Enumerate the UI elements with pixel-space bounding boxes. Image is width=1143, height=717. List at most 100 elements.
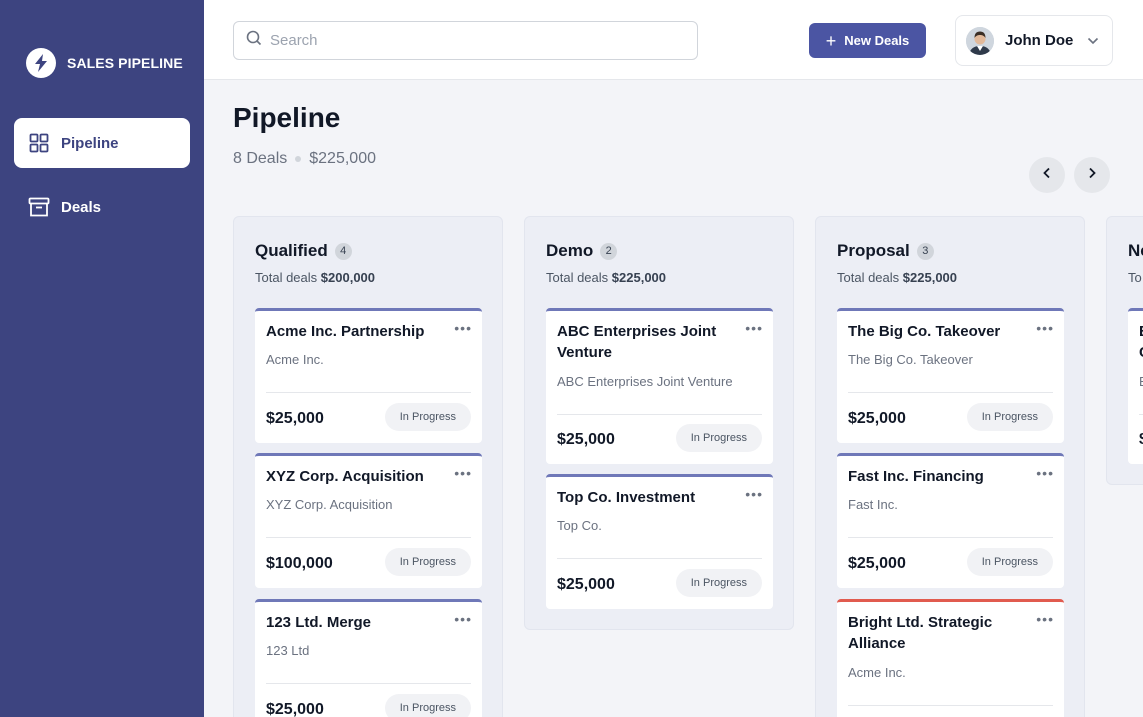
column-total: Total deals $200,000 (255, 270, 375, 285)
status-badge: In Progress (675, 569, 762, 597)
deal-amount: $25,000 (266, 701, 324, 717)
separator-dot (295, 156, 302, 162)
column-header: Proposal 3 (837, 241, 934, 261)
column-title: Proposal (837, 241, 910, 260)
chevron-right-icon (1088, 166, 1096, 184)
deal-company: ABC Enterprises Joint Venture (557, 374, 733, 389)
deal-card[interactable]: E C E $ (1128, 308, 1143, 464)
column-next: Ne To E C E $ (1106, 216, 1143, 485)
column-title: Qualified (255, 241, 328, 260)
deal-card[interactable]: 123 Ltd. Merge ••• 123 Ltd $25,000 In Pr… (255, 599, 482, 717)
column-total-value: $225,000 (902, 270, 958, 285)
user-menu[interactable]: John Doe (955, 15, 1113, 66)
column-header: Qualified 4 (255, 241, 352, 261)
next-button[interactable] (1074, 157, 1110, 193)
plus-icon: + (825, 30, 837, 51)
status-badge: In Progress (966, 403, 1053, 431)
sidebar-item-label: Deals (61, 198, 102, 216)
deal-card[interactable]: Bright Ltd. Strategic Alliance ••• Acme … (837, 599, 1064, 717)
deal-company: Acme Inc. (266, 352, 324, 367)
column-total-label: To (1128, 270, 1142, 285)
user-name: John Doe (1005, 32, 1074, 49)
search-icon (246, 30, 262, 51)
column-header: Ne (1128, 241, 1143, 261)
brand[interactable]: SALES PIPELINE (26, 48, 183, 78)
column-total-value: $200,000 (320, 270, 376, 285)
divider (1139, 414, 1143, 415)
deal-company: Acme Inc. (848, 665, 906, 680)
deal-card[interactable]: Top Co. Investment ••• Top Co. $25,000 I… (546, 474, 773, 609)
column-header: Demo 2 (546, 241, 618, 261)
column-total-value: $225,000 (611, 270, 667, 285)
status-badge: In Progress (966, 548, 1053, 576)
column-total-label: Total deals (837, 270, 900, 285)
chevron-left-icon (1043, 166, 1051, 184)
column-total: To (1128, 270, 1142, 285)
column-title: Ne (1128, 241, 1143, 260)
status-badge: In Progress (384, 548, 471, 576)
deal-card[interactable]: The Big Co. Takeover ••• The Big Co. Tak… (837, 308, 1064, 443)
divider (557, 558, 762, 559)
column-total-label: Total deals (546, 270, 609, 285)
deal-company: E (1139, 374, 1143, 389)
column-total: Total deals $225,000 (546, 270, 666, 285)
page-summary: 8 Deals $225,000 (233, 150, 376, 168)
deal-title: XYZ Corp. Acquisition (266, 468, 424, 485)
count-badge: 3 (916, 242, 934, 260)
status-badge: In Progress (384, 403, 471, 431)
deal-company: XYZ Corp. Acquisition (266, 497, 393, 512)
divider (557, 414, 762, 415)
deal-card[interactable]: XYZ Corp. Acquisition ••• XYZ Corp. Acqu… (255, 453, 482, 588)
deal-card[interactable]: Acme Inc. Partnership ••• Acme Inc. $25,… (255, 308, 482, 443)
more-icon[interactable]: ••• (454, 465, 472, 481)
deal-title: Top Co. Investment (557, 489, 696, 506)
search-box[interactable] (233, 21, 698, 60)
deal-card[interactable]: ABC Enterprises Joint Venture ••• ABC En… (546, 308, 773, 464)
sidebar: SALES PIPELINE Pipeline Deals (0, 0, 204, 717)
count-badge: 2 (600, 242, 618, 260)
page-title: Pipeline (233, 102, 341, 133)
column-proposal: Proposal 3 Total deals $225,000 The Big … (815, 216, 1085, 717)
column-total-label: Total deals (255, 270, 318, 285)
more-icon[interactable]: ••• (1036, 611, 1054, 627)
deal-company: Fast Inc. (848, 497, 898, 512)
deal-amount: $25,000 (557, 431, 615, 448)
deal-title: Fast Inc. Financing (848, 468, 984, 485)
deal-title: ABC Enterprises Joint Venture (557, 323, 717, 361)
column-total: Total deals $225,000 (837, 270, 957, 285)
deal-amount: $25,000 (266, 410, 324, 427)
sidebar-item-pipeline[interactable]: Pipeline (14, 118, 190, 168)
deal-title: The Big Co. Takeover (848, 323, 1001, 340)
previous-button[interactable] (1029, 157, 1065, 193)
deal-title: Acme Inc. Partnership (266, 323, 425, 340)
total-value: $225,000 (309, 150, 376, 167)
deal-amount: $25,000 (848, 410, 906, 427)
deal-amount: $ (1139, 431, 1143, 449)
deals-count: 8 Deals (233, 150, 288, 167)
more-icon[interactable]: ••• (454, 611, 472, 627)
deal-title: 123 Ltd. Merge (266, 614, 372, 631)
deal-card[interactable]: Fast Inc. Financing ••• Fast Inc. $25,00… (837, 453, 1064, 588)
column-qualified: Qualified 4 Total deals $200,000 Acme In… (233, 216, 503, 717)
divider (848, 392, 1053, 393)
new-deals-button[interactable]: + New Deals (809, 23, 926, 58)
more-icon[interactable]: ••• (745, 320, 763, 336)
column-title: Demo (546, 241, 594, 260)
search-input[interactable] (270, 32, 670, 49)
grid-icon (28, 132, 50, 154)
deal-amount: $25,000 (557, 576, 615, 593)
deal-company: Top Co. (557, 518, 602, 533)
more-icon[interactable]: ••• (454, 320, 472, 336)
more-icon[interactable]: ••• (1036, 465, 1054, 481)
deal-company: 123 Ltd (266, 643, 310, 658)
more-icon[interactable]: ••• (745, 486, 763, 502)
deal-title: Bright Ltd. Strategic Alliance (848, 614, 993, 652)
avatar (966, 26, 994, 55)
top-bar: + New Deals John Doe (204, 0, 1143, 80)
more-icon[interactable]: ••• (1036, 320, 1054, 336)
deal-title: E C (1139, 321, 1143, 363)
brand-name: SALES PIPELINE (67, 55, 183, 71)
chevron-down-icon (1087, 32, 1099, 50)
sidebar-item-deals[interactable]: Deals (14, 182, 190, 232)
archive-icon (28, 196, 50, 218)
